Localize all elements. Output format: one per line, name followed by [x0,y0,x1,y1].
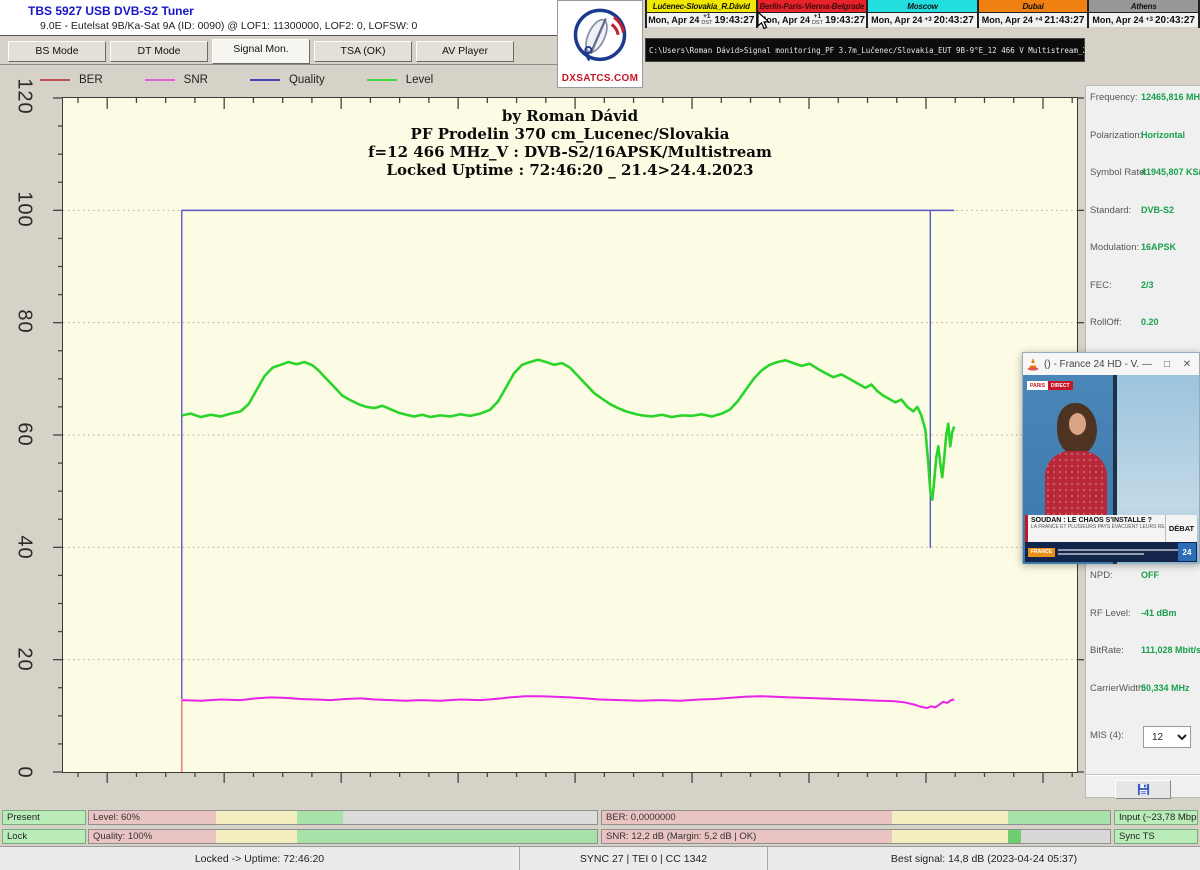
vlc-close-button[interactable]: ✕ [1179,359,1195,370]
param-bitrate: BitRate: 111,028 Mbit/s [1086,641,1200,661]
legend-swatch [367,79,397,81]
y-tick-120: 120 [13,75,36,119]
param-npd: NPD: OFF [1086,566,1200,586]
param-modulation: Modulation: 16APSK [1086,238,1200,258]
plot-area [62,97,1078,773]
tab-dt-mode[interactable]: DT Mode [110,41,208,62]
live-badge-show: PARIS [1027,381,1048,390]
clock-dubai: Dubai Mon, Apr 24 +4 21:43:27 [979,0,1090,28]
legend-item-quality: Quality [250,74,325,86]
y-tick-100: 100 [13,187,36,231]
window-title: TBS 5927 USB DVB-S2 Tuner [28,4,194,18]
param-symbol-rate: Symbol Rate: 41945,807 KS/s [1086,163,1200,183]
vlc-titlebar[interactable]: () - France 24 HD - V... — □ ✕ [1023,353,1199,375]
y-tick-0: 0 [13,751,36,795]
statusbar: Locked -> Uptime: 72:46:20 SYNC 27 | TEI… [0,846,1200,870]
signal-gauges: PresentLevel: 60%BER: 0,0000000Input (~2… [0,810,1200,846]
mis-select[interactable]: 12 [1143,726,1191,748]
news-banner: SOUDAN : LE CHAOS S'INSTALLE ? LA FRANCE… [1025,515,1197,542]
chart-annotation-line: by Roman Dávid [62,107,1078,125]
gauge-bar-snr: SNR: 12,2 dB (Margin: 5,2 dB | OK) [601,829,1111,844]
statusbar-sync: SYNC 27 | TEI 0 | CC 1342 [520,847,768,870]
france24-logo: 24 [1178,543,1196,561]
clock-berlin-paris-vienna-belg: Berlin-Paris-Vienna-Belgrade Mon, Apr 24… [758,0,869,28]
param-standard: Standard: DVB-S2 [1086,201,1200,221]
terminal-command: C:\Users\Roman Dávid>Signal monitoring_P… [649,46,1085,55]
tab-av-player[interactable]: AV Player [416,41,514,62]
live-badges: PARIS DIRECT [1027,381,1073,390]
vlc-cone-icon [1026,357,1040,371]
mis-label: MIS (4): [1090,730,1124,741]
mouse-cursor [757,11,770,30]
gauge-bar-ber: BER: 0,0000000 [601,810,1111,825]
chart-annotation: by Roman DávidPF Prodelin 370 cm_Lucenec… [62,107,1078,179]
badge-sync-ts: Sync TS [1114,829,1198,844]
save-button[interactable] [1115,780,1171,799]
badge-present: Present [2,810,86,825]
y-tick-20: 20 [13,638,36,682]
chart-annotation-line: Locked Uptime : 72:46:20 _ 21.4>24.4.202… [62,161,1078,179]
badge-input-23-78-mbps-: Input (~23,78 Mbps) [1114,810,1198,825]
clock-moscow: Moscow Mon, Apr 24 +3 20:43:27 [868,0,979,28]
vlc-window[interactable]: () - France 24 HD - V... — □ ✕ PARIS DIR… [1022,352,1200,563]
clock-lu-enec-slovakia-r-d-vid: Lučenec-Slovakia_R.Dávid Mon, Apr 24 +1D… [647,0,758,28]
vlc-maximize-button[interactable]: □ [1159,359,1175,370]
gauge-bar-level: Level: 60% [88,810,598,825]
legend-swatch [250,79,280,81]
tab-signal-mon-[interactable]: Signal Mon. [212,39,310,64]
signal-chart: 020406080100120 by Roman DávidPF Prodeli… [0,95,1082,803]
tab-tsa-ok-[interactable]: TSA (OK) [314,41,412,62]
vlc-minimize-button[interactable]: — [1139,359,1155,370]
vlc-title: () - France 24 HD - V... [1044,359,1139,370]
satellite-dish-icon [565,5,635,67]
news-headline: SOUDAN : LE CHAOS S'INSTALLE ? [1031,517,1165,524]
ticker-text-lines [1058,546,1178,558]
tab-bar: BS ModeDT ModeSignal Mon.TSA (OK)AV Play… [0,37,557,65]
gauge-row1: PresentLevel: 60%BER: 0,0000000Input (~2… [0,810,1200,825]
save-icon [1137,783,1150,796]
world-clocks: Lučenec-Slovakia_R.Dávid Mon, Apr 24 +1D… [645,0,1200,28]
param-polarization: Polarization: Horizontal [1086,126,1200,146]
y-tick-60: 60 [13,413,36,457]
chart-legend: BER SNR Quality Level [40,69,475,91]
legend-item-level: Level [367,74,434,86]
y-tick-40: 40 [13,525,36,569]
legend-swatch [40,79,70,81]
news-anchor-dress [1045,451,1107,515]
badge-lock: Lock [2,829,86,844]
chart-annotation-line: PF Prodelin 370 cm_Lucenec/Slovakia [62,125,1078,143]
gauge-bar-quality: Quality: 100% [88,829,598,844]
ticker-label: FRANCE [1028,548,1055,557]
vlc-video[interactable]: PARIS DIRECT SOUDAN : LE CHAOS S'INSTALL… [1023,375,1199,564]
logo-text: DXSATCS.COM [558,73,642,84]
param-frequency: Frequency: 12465,816 MHz [1086,88,1200,108]
live-badge-direct: DIRECT [1048,381,1073,390]
legend-item-snr: SNR [145,74,208,86]
param-rolloff: RollOff: 0.20 [1086,313,1200,333]
param-fec: FEC: 2/3 [1086,276,1200,296]
tuner-subtitle: 9.0E - Eutelsat 9B/Ka-Sat 9A (ID: 0090) … [40,20,417,32]
chart-annotation-line: f=12 466 MHz_V : DVB-S2/16APSK/Multistre… [62,143,1078,161]
statusbar-uptime: Locked -> Uptime: 72:46:20 [0,847,520,870]
statusbar-best-signal: Best signal: 14,8 dB (2023-04-24 05:37) [768,847,1200,870]
terminal-window[interactable]: C:\Users\Roman Dávid>Signal monitoring_P… [645,38,1085,62]
clock-athens: Athens Mon, Apr 24 +3 20:43:27 [1089,0,1200,28]
tab-bs-mode[interactable]: BS Mode [8,41,106,62]
gauge-row2: LockQuality: 100%SNR: 12,2 dB (Margin: 5… [0,829,1200,844]
param-rf-level: RF Level: -41 dBm [1086,604,1200,624]
sidebar-divider [1086,774,1200,776]
signal-traces [63,98,1077,772]
dxsatcs-logo: DXSATCS.COM [557,0,643,88]
mis-row: MIS (4): 12 [1086,726,1200,752]
news-anchor-face [1069,413,1086,435]
legend-swatch [145,79,175,81]
news-subheadline: LA FRANCE ET PLUSIEURS PAYS ÉVACUENT LEU… [1031,524,1165,530]
param-carrierwidth: CarrierWidth: 50,334 MHz [1086,679,1200,699]
y-tick-80: 80 [13,300,36,344]
news-tag: DÉBAT [1165,515,1197,542]
legend-item-ber: BER [40,74,103,86]
app-header: TBS 5927 USB DVB-S2 Tuner 9.0E - Eutelsa… [0,0,557,36]
news-ticker: FRANCE 24 [1025,542,1197,562]
